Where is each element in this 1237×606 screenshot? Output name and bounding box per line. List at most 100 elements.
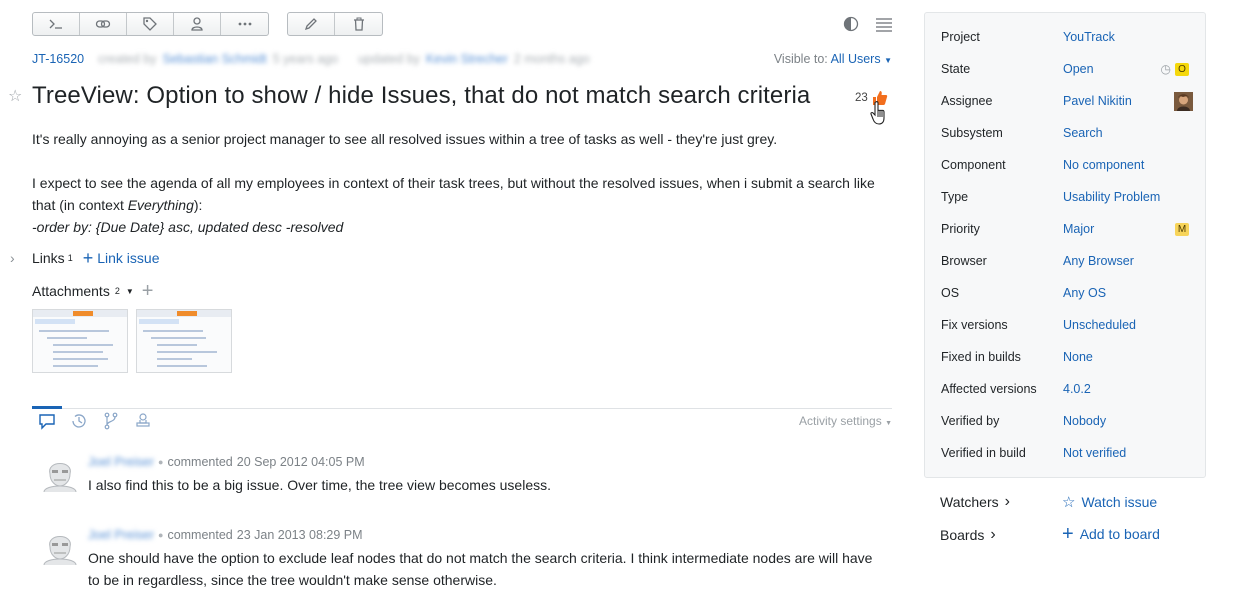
field-value[interactable]: Pavel Nikitin <box>1063 94 1132 108</box>
field-value[interactable]: YouTrack <box>1063 30 1115 44</box>
field-value[interactable]: 4.0.2 <box>1063 382 1091 396</box>
field-value[interactable]: Any OS <box>1063 286 1106 300</box>
field-label: OS <box>941 286 960 300</box>
field-value[interactable]: Nobody <box>1063 414 1106 428</box>
work-tab-icon[interactable] <box>134 412 152 430</box>
comment-header: Joel Preiser ● commented 23 Jan 2013 08:… <box>88 528 363 542</box>
comment-author[interactable]: Joel Preiser <box>88 528 154 542</box>
command-button[interactable] <box>33 13 80 35</box>
edit-button[interactable] <box>288 13 335 35</box>
dot-separator: ● <box>158 530 164 540</box>
link-issue-button[interactable]: + Link issue <box>82 248 160 268</box>
field-fix-versions: Fix versions Unscheduled <box>941 315 1201 335</box>
history-tab-icon[interactable] <box>70 412 88 430</box>
comment-text: One should have the option to exclude le… <box>88 550 873 588</box>
caret-down-icon[interactable]: ▼ <box>126 287 134 296</box>
more-button[interactable] <box>221 13 268 35</box>
attachments-count: 2 <box>114 286 120 296</box>
delete-button[interactable] <box>335 13 382 35</box>
issue-description: It's really annoying as a senior project… <box>32 128 892 238</box>
visible-label: Visible to: <box>773 52 828 66</box>
more-icon <box>238 22 251 26</box>
chevron-right-icon[interactable]: › <box>10 250 32 266</box>
attachment-thumbnail[interactable] <box>32 309 128 373</box>
comment-action: commented <box>167 528 233 542</box>
tag-button[interactable] <box>127 13 174 35</box>
visibility-dropdown[interactable]: All Users ▼ <box>831 52 892 66</box>
attachment-thumbnail[interactable] <box>136 309 232 373</box>
field-label: Assignee <box>941 94 993 108</box>
vcs-tab-icon[interactable] <box>102 412 120 430</box>
field-label: Priority <box>941 222 980 236</box>
field-value[interactable]: No component <box>1063 158 1144 172</box>
updated-ago: 2 months ago <box>513 52 590 66</box>
field-fixed-in-builds: Fixed in builds None <box>941 347 1201 367</box>
attachments-label[interactable]: Attachments <box>32 283 110 299</box>
toggle-sidebar-icon[interactable] <box>875 16 893 32</box>
updated-by[interactable]: Kevin Strecher <box>426 52 508 66</box>
comment-date[interactable]: 23 Jan 2013 08:29 PM <box>237 528 363 542</box>
comment-author[interactable]: Joel Preiser <box>88 455 154 469</box>
link-icon <box>95 20 111 28</box>
field-value[interactable]: Usability Problem <box>1063 190 1160 204</box>
watchers-toggle[interactable]: Watchers › <box>940 493 1010 511</box>
field-value[interactable]: Any Browser <box>1063 254 1134 268</box>
field-value[interactable]: Open <box>1063 62 1094 76</box>
field-value[interactable]: Search <box>1063 126 1103 140</box>
history-icon: ◷ <box>1160 62 1171 76</box>
link-button[interactable] <box>80 13 127 35</box>
field-label: Type <box>941 190 969 204</box>
activity-settings[interactable]: Activity settings ▼ <box>799 414 892 428</box>
contrast-icon[interactable] <box>843 16 859 32</box>
star-icon: ☆ <box>1062 494 1076 511</box>
vote-count: 23 <box>855 92 868 104</box>
field-label: Subsystem <box>941 126 1003 140</box>
description-paragraph: I expect to see the agenda of all my emp… <box>32 172 892 216</box>
field-label: Verified in build <box>941 446 1026 460</box>
trash-icon <box>353 17 364 31</box>
plus-icon: + <box>82 248 94 268</box>
links-section: › Links 1 + Link issue <box>10 248 160 268</box>
issue-id[interactable]: JT-16520 <box>32 52 84 66</box>
created-ago: 5 years ago <box>272 52 339 66</box>
caret-down-icon: ▼ <box>884 56 892 65</box>
state-badge: O <box>1175 62 1189 76</box>
comments-tab-icon[interactable] <box>38 412 56 430</box>
comment-action: commented <box>167 455 233 469</box>
description-text: ): <box>193 197 203 213</box>
edit-toolbar <box>287 12 383 36</box>
field-label: Affected versions <box>941 382 1037 396</box>
issue-meta: JT-16520 created by Sebastian Schmidt 5 … <box>32 52 590 66</box>
field-value[interactable]: None <box>1063 350 1093 364</box>
query-text: -order by: {Due Date} asc, updated desc … <box>32 219 344 235</box>
link-issue-label: Link issue <box>97 250 160 266</box>
avatar[interactable] <box>40 452 80 493</box>
comment-date[interactable]: 20 Sep 2012 04:05 PM <box>237 455 365 469</box>
boards-toggle[interactable]: Boards › <box>940 526 996 544</box>
attachments-section: Attachments 2 ▼ + <box>32 281 154 301</box>
links-count: 1 <box>67 253 73 263</box>
field-value[interactable]: Major <box>1063 222 1094 236</box>
plus-icon: + <box>1062 523 1074 545</box>
field-label: Project <box>941 30 980 44</box>
field-value[interactable]: Not verified <box>1063 446 1126 460</box>
description-paragraph: It's really annoying as a senior project… <box>32 131 778 147</box>
avatar[interactable] <box>40 525 80 566</box>
tag-icon <box>143 17 157 31</box>
chevron-right-icon: › <box>1004 493 1010 510</box>
assign-button[interactable] <box>174 13 221 35</box>
field-affected-versions: Affected versions 4.0.2 <box>941 379 1201 399</box>
field-component: Component No component <box>941 155 1201 175</box>
comment <box>40 452 80 495</box>
watch-issue-button[interactable]: ☆ Watch issue <box>1062 493 1157 511</box>
star-icon[interactable]: ☆ <box>8 86 22 106</box>
visible-value: All Users <box>830 52 881 66</box>
add-attachment-icon[interactable]: + <box>142 281 154 301</box>
links-label[interactable]: Links <box>32 250 65 266</box>
created-by[interactable]: Sebastian Schmidt <box>163 52 267 66</box>
field-value[interactable]: Unscheduled <box>1063 318 1136 332</box>
pencil-icon <box>304 18 317 31</box>
field-browser: Browser Any Browser <box>941 251 1201 271</box>
add-to-board-button[interactable]: + Add to board <box>1062 523 1160 545</box>
caret-down-icon: ▼ <box>885 420 892 427</box>
